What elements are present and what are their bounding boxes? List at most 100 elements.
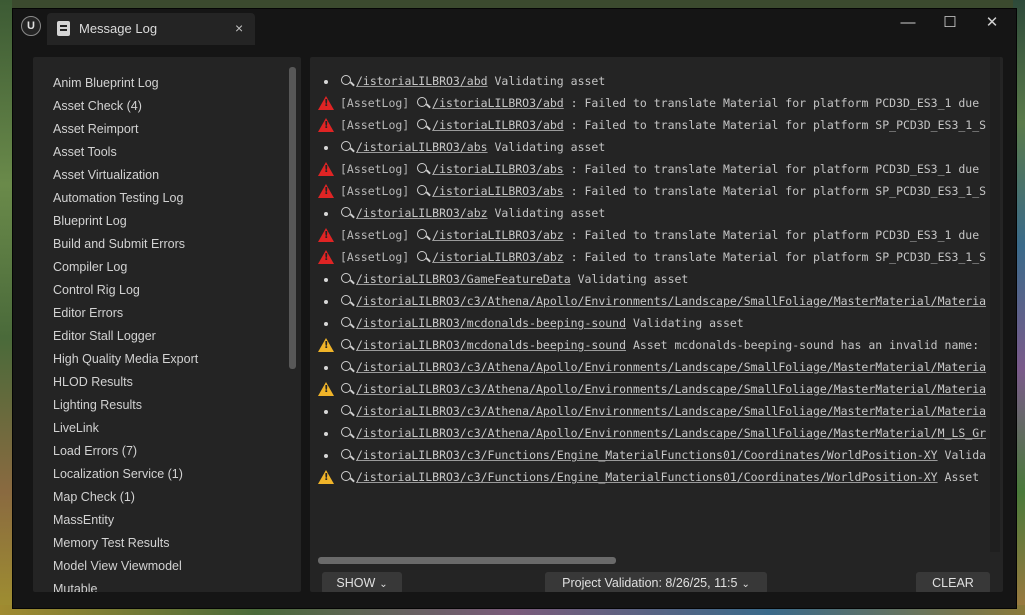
asset-path-link[interactable]: /istoriaLILBRO3/abd [356,74,488,88]
log-row[interactable]: /istoriaLILBRO3/c3/Functions/Engine_Mate… [310,444,990,466]
unreal-logo-icon[interactable]: U [21,16,41,36]
sidebar-item[interactable]: Blueprint Log [53,214,127,234]
asset-path-link[interactable]: /istoriaLILBRO3/c3/Athena/Apollo/Environ… [356,382,986,396]
log-row[interactable]: /istoriaLILBRO3/c3/Functions/Engine_Mate… [310,466,990,488]
asset-path-link[interactable]: /istoriaLILBRO3/abd [432,118,564,132]
sidebar-item[interactable]: Model View Viewmodel [53,559,182,579]
find-in-content-browser-icon[interactable] [416,246,432,268]
find-in-content-browser-icon[interactable] [340,378,356,400]
asset-path-link[interactable]: /istoriaLILBRO3/c3/Athena/Apollo/Environ… [356,294,986,308]
log-category-tag: [AssetLog] [340,118,417,132]
asset-path-link[interactable]: /istoriaLILBRO3/c3/Functions/Engine_Mate… [356,470,938,484]
asset-path-link[interactable]: /istoriaLILBRO3/abd [432,96,564,110]
asset-path-link[interactable]: /istoriaLILBRO3/c3/Athena/Apollo/Environ… [356,360,986,374]
log-row[interactable]: /istoriaLILBRO3/abz Validating asset [310,202,990,224]
sidebar-item[interactable]: Build and Submit Errors [53,237,185,257]
log-row-content: [AssetLog] /istoriaLILBRO3/abz : Failed … [340,224,979,246]
info-bullet-icon [324,366,328,370]
sidebar-item[interactable]: Asset Tools [53,145,117,165]
show-filter-button[interactable]: SHOW ⌄ [322,572,402,592]
asset-path-link[interactable]: /istoriaLILBRO3/abz [432,250,564,264]
find-in-content-browser-icon[interactable] [340,334,356,356]
sidebar-item[interactable]: Map Check (1) [53,490,135,510]
asset-path-link[interactable]: /istoriaLILBRO3/c3/Athena/Apollo/Environ… [356,404,986,418]
error-icon [318,228,334,242]
sidebar-item[interactable]: Asset Reimport [53,122,138,142]
asset-path-link[interactable]: /istoriaLILBRO3/abz [356,206,488,220]
find-in-content-browser-icon[interactable] [340,422,356,444]
log-vertical-scroll-track[interactable] [990,57,1000,552]
log-row[interactable]: [AssetLog] /istoriaLILBRO3/abz : Failed … [310,246,990,268]
find-in-content-browser-icon[interactable] [416,224,432,246]
log-row[interactable]: /istoriaLILBRO3/abd Validating asset [310,70,990,92]
sidebar-item[interactable]: HLOD Results [53,375,133,395]
page-session-dropdown[interactable]: Project Validation: 8/26/25, 11:5 ⌄ [545,572,767,592]
find-in-content-browser-icon[interactable] [416,92,432,114]
find-in-content-browser-icon[interactable] [340,356,356,378]
find-in-content-browser-icon[interactable] [340,268,356,290]
log-row-content: /istoriaLILBRO3/c3/Functions/Engine_Mate… [340,466,979,488]
find-in-content-browser-icon[interactable] [340,400,356,422]
asset-path-link[interactable]: /istoriaLILBRO3/abs [432,162,564,176]
asset-path-link[interactable]: /istoriaLILBRO3/mcdonalds-beeping-sound [356,316,626,330]
asset-path-link[interactable]: /istoriaLILBRO3/mcdonalds-beeping-sound [356,338,626,352]
asset-path-link[interactable]: /istoriaLILBRO3/abs [432,184,564,198]
log-row[interactable]: /istoriaLILBRO3/abs Validating asset [310,136,990,158]
find-in-content-browser-icon[interactable] [340,290,356,312]
log-category-tag: [AssetLog] [340,250,417,264]
sidebar-item[interactable]: Anim Blueprint Log [53,76,159,96]
log-row[interactable]: [AssetLog] /istoriaLILBRO3/abs : Failed … [310,158,990,180]
find-in-content-browser-icon[interactable] [340,312,356,334]
error-icon [318,96,334,110]
log-row[interactable]: /istoriaLILBRO3/GameFeatureData Validati… [310,268,990,290]
find-in-content-browser-icon[interactable] [340,136,356,158]
find-in-content-browser-icon[interactable] [416,114,432,136]
log-row[interactable]: /istoriaLILBRO3/c3/Athena/Apollo/Environ… [310,400,990,422]
sidebar-item[interactable]: Control Rig Log [53,283,140,303]
sidebar-item[interactable]: MassEntity [53,513,114,533]
sidebar-item[interactable]: Compiler Log [53,260,127,280]
close-window-button[interactable]: ✕ [977,13,1007,33]
asset-path-link[interactable]: /istoriaLILBRO3/GameFeatureData [356,272,571,286]
sidebar-item[interactable]: Memory Test Results [53,536,169,556]
log-horizontal-scrollbar[interactable] [318,557,616,564]
asset-path-link[interactable]: /istoriaLILBRO3/abs [356,140,488,154]
log-row[interactable]: /istoriaLILBRO3/c3/Athena/Apollo/Environ… [310,422,990,444]
find-in-content-browser-icon[interactable] [340,70,356,92]
sidebar-item[interactable]: Localization Service (1) [53,467,183,487]
asset-path-link[interactable]: /istoriaLILBRO3/abz [432,228,564,242]
sidebar-item[interactable]: Editor Stall Logger [53,329,156,349]
sidebar-item[interactable]: Editor Errors [53,306,123,326]
find-in-content-browser-icon[interactable] [340,202,356,224]
sidebar-item[interactable]: Asset Check (4) [53,99,142,119]
asset-path-link[interactable]: /istoriaLILBRO3/c3/Athena/Apollo/Environ… [356,426,986,440]
find-in-content-browser-icon[interactable] [416,158,432,180]
clear-button[interactable]: CLEAR [916,572,990,592]
sidebar-item[interactable]: Mutable [53,582,97,592]
close-tab-icon[interactable]: × [235,20,243,36]
minimize-button[interactable]: — [893,13,923,33]
log-row[interactable]: /istoriaLILBRO3/mcdonalds-beeping-sound … [310,334,990,356]
log-row[interactable]: /istoriaLILBRO3/c3/Athena/Apollo/Environ… [310,356,990,378]
sidebar-item[interactable]: Lighting Results [53,398,142,418]
log-row[interactable]: [AssetLog] /istoriaLILBRO3/abd : Failed … [310,114,990,136]
find-in-content-browser-icon[interactable] [340,444,356,466]
sidebar-item[interactable]: Load Errors (7) [53,444,137,464]
sidebar-item[interactable]: LiveLink [53,421,99,441]
find-in-content-browser-icon[interactable] [416,180,432,202]
sidebar-scrollbar[interactable] [289,67,296,369]
log-row[interactable]: /istoriaLILBRO3/mcdonalds-beeping-sound … [310,312,990,334]
maximize-button[interactable]: ☐ [935,13,965,33]
log-row[interactable]: [AssetLog] /istoriaLILBRO3/abd : Failed … [310,92,990,114]
log-row[interactable]: [AssetLog] /istoriaLILBRO3/abz : Failed … [310,224,990,246]
sidebar-item[interactable]: Automation Testing Log [53,191,183,211]
log-row[interactable]: /istoriaLILBRO3/c3/Athena/Apollo/Environ… [310,290,990,312]
asset-path-link[interactable]: /istoriaLILBRO3/c3/Functions/Engine_Mate… [356,448,938,462]
log-message-text: : Failed to translate Material for platf… [563,162,980,176]
tab-message-log[interactable]: Message Log × [47,13,255,45]
log-row[interactable]: [AssetLog] /istoriaLILBRO3/abs : Failed … [310,180,990,202]
sidebar-item[interactable]: Asset Virtualization [53,168,159,188]
sidebar-item[interactable]: High Quality Media Export [53,352,198,372]
log-row[interactable]: /istoriaLILBRO3/c3/Athena/Apollo/Environ… [310,378,990,400]
find-in-content-browser-icon[interactable] [340,466,356,488]
